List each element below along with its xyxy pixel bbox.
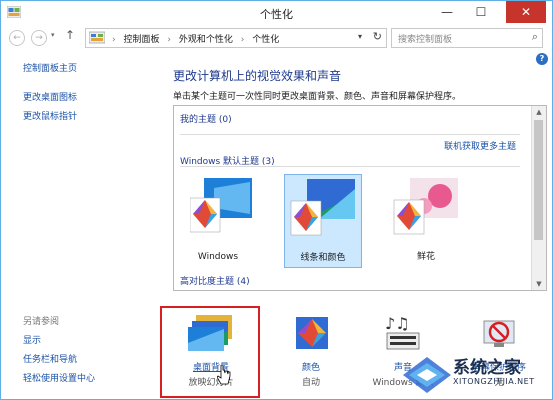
flowers-theme-thumbnail bbox=[393, 178, 458, 235]
color-label[interactable]: 颜色 bbox=[273, 360, 349, 373]
online-themes-link[interactable]: 联机获取更多主题 bbox=[444, 139, 516, 152]
theme-lines-and-colors[interactable]: 线条和颜色 bbox=[284, 174, 362, 268]
maximize-button[interactable]: ☐ bbox=[466, 1, 496, 23]
desktop-background-value: 放映幻灯片 bbox=[188, 378, 234, 388]
breadcrumb-item-control-panel[interactable]: 控制面板 bbox=[123, 35, 159, 45]
lines-colors-theme-thumbnail bbox=[290, 179, 355, 236]
desktop-background-label[interactable]: 桌面背景 bbox=[173, 360, 249, 373]
breadcrumb-item-appearance[interactable]: 外观和个性化 bbox=[179, 35, 233, 45]
help-icon[interactable]: ? bbox=[536, 53, 548, 65]
breadcrumb-separator: › bbox=[167, 35, 171, 45]
see-also-display[interactable]: 显示 bbox=[23, 333, 143, 346]
page-title: 更改计算机上的视觉效果和声音 bbox=[173, 69, 342, 83]
watermark-url: XITONGZHIJIA.NET bbox=[453, 377, 535, 386]
breadcrumb-item-personalization[interactable]: 个性化 bbox=[252, 35, 279, 45]
scroll-thumb[interactable] bbox=[534, 120, 543, 240]
windows-theme-thumbnail bbox=[190, 178, 252, 233]
recent-dropdown-icon[interactable]: ▾ bbox=[51, 31, 55, 39]
up-button[interactable]: ↑ bbox=[65, 28, 75, 42]
address-dropdown-icon[interactable]: ▾ bbox=[358, 32, 362, 41]
theme-list-panel: 我的主题 (0) 联机获取更多主题 Windows 默认主题 (3) Windo… bbox=[173, 105, 547, 291]
sidebar-item-control-panel-home[interactable]: 控制面板主页 bbox=[23, 61, 143, 74]
svg-text:♪♫: ♪♫ bbox=[385, 314, 410, 333]
page-subtitle: 单击某个主题可一次性同时更改桌面背景、颜色、声音和屏幕保护程序。 bbox=[173, 92, 462, 102]
screensaver-icon bbox=[483, 320, 515, 347]
theme-flowers[interactable]: 鲜花 bbox=[388, 174, 464, 266]
search-input[interactable]: 搜索控制面板 bbox=[398, 32, 452, 45]
theme-label: 线条和颜色 bbox=[300, 253, 346, 263]
watermark-logo bbox=[403, 357, 451, 393]
breadcrumb-separator: › bbox=[112, 35, 116, 45]
color-value: 自动 bbox=[301, 378, 320, 388]
desktop-background-option[interactable]: 桌面背景 放映幻灯片 bbox=[173, 313, 249, 388]
control-panel-icon bbox=[89, 31, 105, 44]
theme-label: Windows bbox=[197, 252, 239, 262]
search-box[interactable]: 搜索控制面板 ⌕ bbox=[391, 28, 543, 48]
back-button[interactable]: ← bbox=[9, 30, 25, 46]
address-bar[interactable]: › 控制面板 › 外观和个性化 › 个性化 ▾ ↻ bbox=[85, 28, 387, 48]
divider bbox=[180, 134, 520, 135]
scroll-up-icon[interactable]: ▲ bbox=[532, 106, 546, 118]
close-button[interactable]: ✕ bbox=[506, 1, 546, 23]
minimize-button[interactable]: — bbox=[432, 1, 462, 23]
see-also-taskbar[interactable]: 任务栏和导航 bbox=[23, 352, 143, 365]
title-bar: 个性化 — ☐ ✕ bbox=[1, 1, 552, 25]
desktop-background-icon bbox=[188, 315, 232, 351]
breadcrumb-separator: › bbox=[240, 35, 245, 45]
sidebar: 控制面板主页 更改桌面图标 更改鼠标指针 bbox=[23, 61, 143, 128]
see-also-header: 另请参阅 bbox=[23, 317, 60, 327]
see-also-ease-of-access[interactable]: 轻松使用设置中心 bbox=[23, 371, 143, 384]
see-also-section: 另请参阅 显示 任务栏和导航 轻松使用设置中心 bbox=[23, 314, 143, 390]
watermark: 系统之家 XITONGZHIJIA.NET bbox=[401, 353, 551, 397]
sound-icon: ♪♫ bbox=[385, 314, 420, 350]
high-contrast-header: 高对比度主题 (4) bbox=[180, 277, 250, 287]
theme-label: 鲜花 bbox=[416, 252, 435, 262]
sidebar-item-mouse-pointers[interactable]: 更改鼠标指针 bbox=[23, 109, 143, 122]
my-themes-header: 我的主题 (0) bbox=[180, 115, 232, 125]
search-icon[interactable]: ⌕ bbox=[532, 30, 538, 44]
divider bbox=[180, 166, 520, 167]
color-icon bbox=[296, 317, 328, 349]
window: 个性化 — ☐ ✕ ← → ▾ ↑ › 控制面板 › 外观和个性化 › 个性化 … bbox=[0, 0, 553, 400]
mouse-cursor-icon bbox=[217, 365, 231, 385]
sidebar-item-desktop-icons[interactable]: 更改桌面图标 bbox=[23, 90, 143, 103]
breadcrumb: › 控制面板 › 外观和个性化 › 个性化 bbox=[112, 32, 284, 45]
theme-windows[interactable]: Windows bbox=[180, 174, 256, 266]
scrollbar[interactable]: ▲ ▼ bbox=[531, 106, 546, 290]
navigation-bar: ← → ▾ ↑ › 控制面板 › 外观和个性化 › 个性化 ▾ ↻ 搜索控制面板 bbox=[1, 25, 552, 51]
color-option[interactable]: 颜色 自动 bbox=[273, 313, 349, 388]
scroll-down-icon[interactable]: ▼ bbox=[532, 278, 546, 290]
watermark-text: 系统之家 bbox=[453, 358, 521, 378]
forward-button[interactable]: → bbox=[31, 30, 47, 46]
refresh-icon[interactable]: ↻ bbox=[373, 30, 382, 43]
